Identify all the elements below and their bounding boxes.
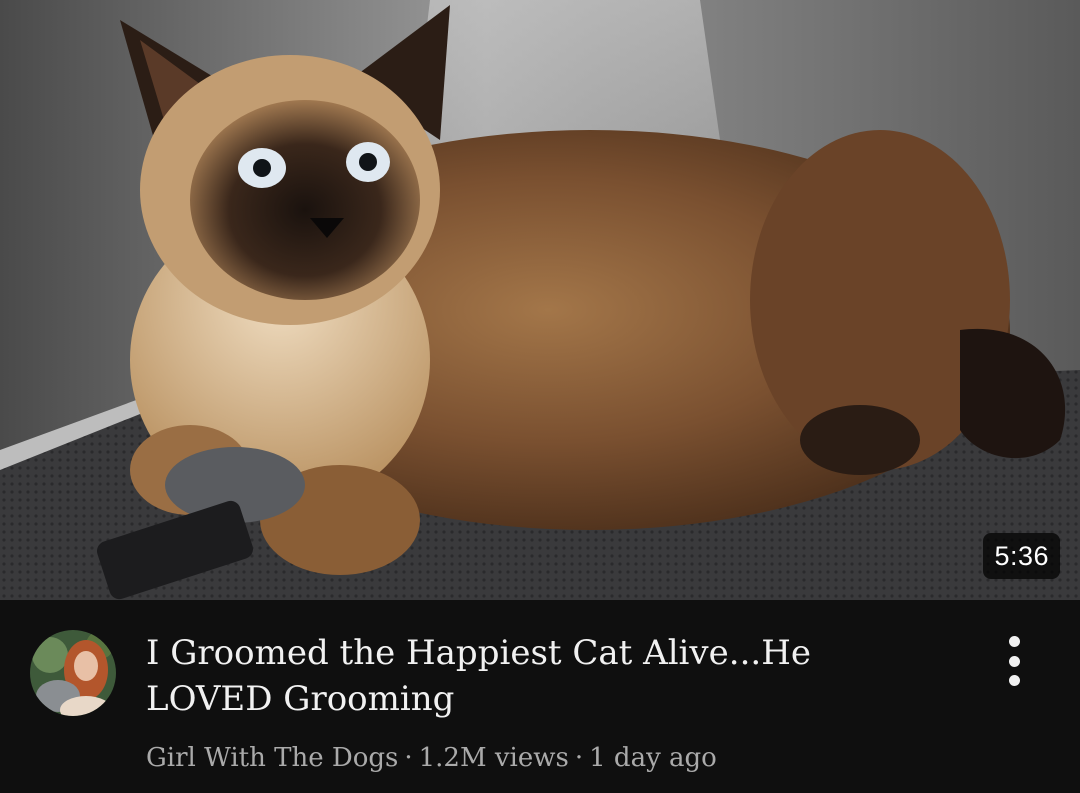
video-meta: I Groomed the Happiest Cat Alive...He LO…: [0, 600, 1080, 793]
channel-name[interactable]: Girl With The Dogs: [146, 743, 398, 773]
channel-avatar[interactable]: [30, 630, 116, 716]
more-vert-icon: [1008, 655, 1020, 667]
video-title[interactable]: I Groomed the Happiest Cat Alive...He LO…: [146, 630, 906, 722]
more-vert-icon: [1008, 675, 1020, 686]
separator: ·: [404, 743, 413, 773]
avatar-image: [30, 630, 116, 716]
thumbnail-image: [0, 0, 1080, 600]
more-options-button[interactable]: [994, 636, 1034, 686]
more-vert-icon: [1008, 636, 1020, 647]
view-count: 1.2M views: [418, 743, 569, 773]
upload-age: 1 day ago: [589, 743, 717, 773]
separator: ·: [574, 743, 584, 773]
video-card[interactable]: 5:36 I Groomed the Happiest Cat Alive...…: [0, 0, 1080, 793]
video-duration-badge: 5:36: [983, 533, 1060, 579]
video-thumbnail[interactable]: 5:36: [0, 0, 1080, 600]
video-subline: Girl With The Dogs · 1.2M views · 1 day ago: [146, 740, 717, 776]
